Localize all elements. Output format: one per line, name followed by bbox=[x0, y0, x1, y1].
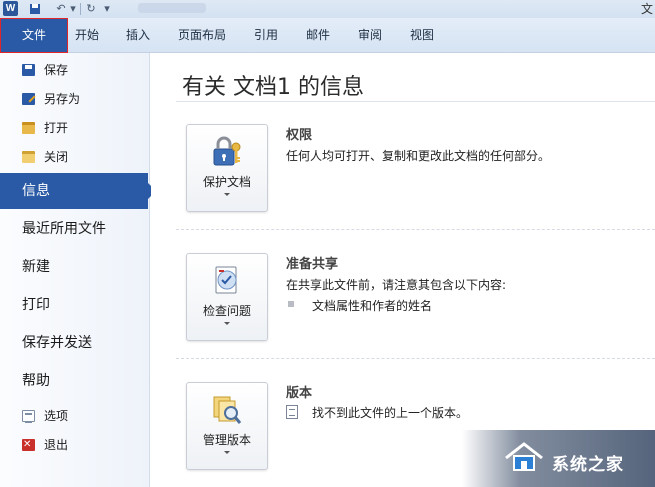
versions-icon bbox=[213, 396, 242, 424]
tab-page-layout[interactable]: 页面布局 bbox=[170, 18, 234, 53]
nav-help[interactable]: 帮助 bbox=[0, 363, 150, 399]
close-command[interactable]: 关闭 bbox=[0, 143, 150, 171]
separator bbox=[80, 3, 81, 15]
command-label: 另存为 bbox=[44, 92, 81, 106]
section-description: 任何人均可打开、复制和更改此文档的任何部分。 bbox=[286, 149, 551, 163]
command-label: 关闭 bbox=[44, 150, 69, 164]
divider bbox=[176, 101, 655, 102]
word-app-icon[interactable]: W bbox=[3, 1, 18, 16]
protect-document-button[interactable]: 保护文档 bbox=[186, 124, 268, 212]
command-label: 选项 bbox=[44, 409, 69, 423]
info-pane: 有关 文档1 的信息 保护文档 权限 任何人均可打开、复制和更改此文档的任何部分… bbox=[151, 53, 655, 487]
command-label: 保存 bbox=[44, 63, 69, 77]
options-icon bbox=[22, 410, 35, 423]
open-command[interactable]: 打开 bbox=[0, 114, 150, 142]
dropdown-icon bbox=[224, 322, 230, 325]
ribbon-tabs: 文件 开始 插入 页面布局 引用 邮件 审阅 视图 bbox=[0, 18, 655, 53]
divider bbox=[176, 358, 655, 359]
dropdown-icon bbox=[224, 193, 230, 196]
blurred-title bbox=[138, 3, 206, 13]
tab-insert[interactable]: 插入 bbox=[118, 18, 158, 53]
nav-recent[interactable]: 最近所用文件 bbox=[0, 211, 150, 247]
document-icon bbox=[286, 405, 298, 419]
section-title: 版本 bbox=[286, 386, 313, 401]
nav-info[interactable]: 信息 bbox=[0, 173, 156, 209]
button-label: 检查问题 bbox=[202, 304, 251, 318]
divider bbox=[176, 229, 655, 230]
nav-save-send[interactable]: 保存并发送 bbox=[0, 325, 150, 361]
undo-dropdown-icon[interactable]: ▾ bbox=[66, 1, 80, 17]
save-command[interactable]: 保存 bbox=[0, 56, 150, 84]
button-label: 保护文档 bbox=[202, 175, 251, 189]
backstage-sidebar: 保存 另存为 打开 关闭 信息 最近所用文件 新建 打印 保存并发送 帮助 选项… bbox=[0, 53, 156, 487]
tab-view[interactable]: 视图 bbox=[402, 18, 442, 53]
exit-icon bbox=[22, 431, 35, 459]
house-logo-icon bbox=[505, 442, 543, 471]
exit-command[interactable]: 退出 bbox=[0, 431, 150, 459]
command-label: 退出 bbox=[44, 438, 69, 452]
tab-references[interactable]: 引用 bbox=[246, 18, 286, 53]
title-bar: W ↶ ▾ ↻ ▾ 文 bbox=[0, 0, 655, 18]
window-title: 文 bbox=[640, 2, 653, 16]
lock-keys-icon bbox=[213, 136, 241, 166]
section-title: 准备共享 bbox=[286, 257, 339, 272]
options-command[interactable]: 选项 bbox=[0, 402, 150, 430]
tab-review[interactable]: 审阅 bbox=[350, 18, 390, 53]
section-title: 权限 bbox=[286, 128, 313, 143]
tab-home[interactable]: 开始 bbox=[68, 18, 106, 53]
section-description: 在共享此文件前，请注意其包含以下内容: bbox=[286, 278, 507, 292]
tab-mailings[interactable]: 邮件 bbox=[298, 18, 338, 53]
save-icon bbox=[22, 64, 35, 76]
button-label: 管理版本 bbox=[202, 433, 251, 447]
nav-print[interactable]: 打印 bbox=[0, 287, 150, 323]
tab-file[interactable]: 文件 bbox=[0, 18, 68, 53]
dropdown-icon bbox=[224, 451, 230, 454]
manage-versions-button[interactable]: 管理版本 bbox=[186, 382, 268, 470]
customize-icon[interactable]: ▾ bbox=[100, 1, 114, 17]
close-folder-icon bbox=[22, 151, 35, 163]
item-text: 文档属性和作者的姓名 bbox=[312, 299, 433, 313]
save-as-icon bbox=[22, 93, 35, 105]
checklist-icon bbox=[215, 266, 237, 294]
bullet-icon bbox=[288, 301, 294, 307]
nav-new[interactable]: 新建 bbox=[0, 249, 150, 285]
save-icon[interactable] bbox=[28, 1, 42, 17]
check-issues-button[interactable]: 检查问题 bbox=[186, 253, 268, 341]
save-as-command[interactable]: 另存为 bbox=[0, 85, 150, 113]
redo-icon[interactable]: ↻ bbox=[84, 1, 98, 17]
command-label: 打开 bbox=[44, 121, 69, 135]
watermark-text: 系统之家 bbox=[552, 455, 624, 475]
page-title: 有关 文档1 的信息 bbox=[182, 75, 364, 100]
open-folder-icon bbox=[22, 122, 35, 134]
item-text: 找不到此文件的上一个版本。 bbox=[312, 406, 469, 420]
